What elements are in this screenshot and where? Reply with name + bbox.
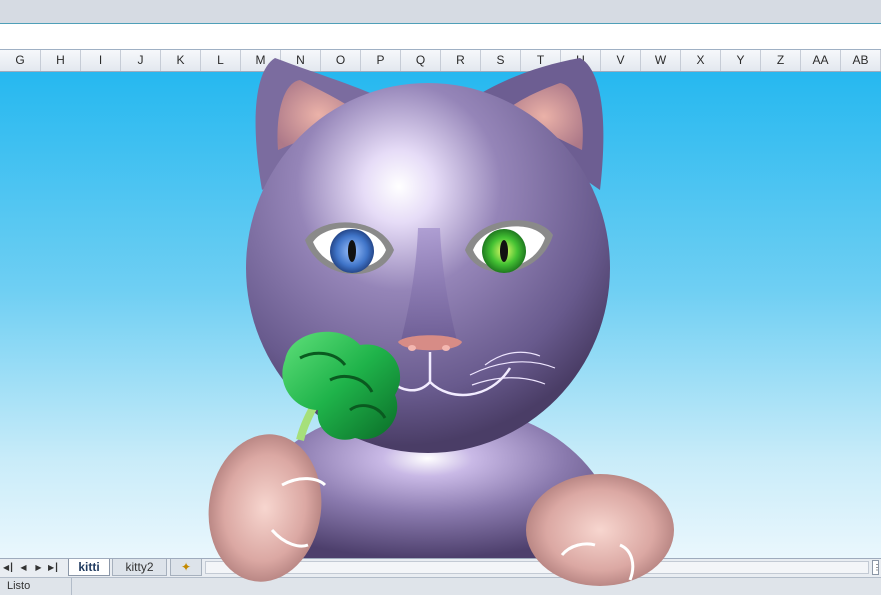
first-sheet-icon[interactable]: ◀┃ [3,561,14,575]
ribbon-strip [0,0,881,24]
column-header-r[interactable]: R [441,50,481,71]
column-header-t[interactable]: T [521,50,561,71]
column-header-row: G H I J K L M N O P Q R S T U V W X Y Z … [0,50,881,72]
column-header-z[interactable]: Z [761,50,801,71]
status-text: Listo [7,580,31,592]
worksheet-area[interactable] [0,72,881,558]
column-header-k[interactable]: K [161,50,201,71]
column-header-aa[interactable]: AA [801,50,841,71]
status-bar: Listo [0,577,881,595]
column-header-m[interactable]: M [241,50,281,71]
last-sheet-icon[interactable]: ▶┃ [48,561,59,575]
next-sheet-icon[interactable]: ▶ [33,561,44,575]
column-header-g[interactable]: G [0,50,41,71]
column-header-h[interactable]: H [41,50,81,71]
horizontal-scrollbar[interactable] [205,561,869,574]
column-header-v[interactable]: V [601,50,641,71]
column-header-x[interactable]: X [681,50,721,71]
column-header-o[interactable]: O [321,50,361,71]
formula-bar[interactable] [0,24,881,50]
sheet-tab-kitty2[interactable]: kitty2 [112,559,167,576]
column-header-u[interactable]: U [561,50,601,71]
column-header-i[interactable]: I [81,50,121,71]
column-header-ab[interactable]: AB [841,50,881,71]
insert-sheet-icon[interactable]: ✦ [170,559,202,576]
column-header-n[interactable]: N [281,50,321,71]
column-header-w[interactable]: W [641,50,681,71]
column-header-l[interactable]: L [201,50,241,71]
column-header-j[interactable]: J [121,50,161,71]
sheet-tabs-bar: ◀┃ ◀ ▶ ▶┃ kitti kitty2 ✦ ⋮ [0,558,881,577]
column-header-p[interactable]: P [361,50,401,71]
column-header-q[interactable]: Q [401,50,441,71]
status-divider [71,578,72,595]
prev-sheet-icon[interactable]: ◀ [18,561,29,575]
column-header-y[interactable]: Y [721,50,761,71]
sheet-tab-kitti[interactable]: kitti [68,559,110,576]
split-handle-icon[interactable]: ⋮ [872,560,881,575]
column-header-s[interactable]: S [481,50,521,71]
